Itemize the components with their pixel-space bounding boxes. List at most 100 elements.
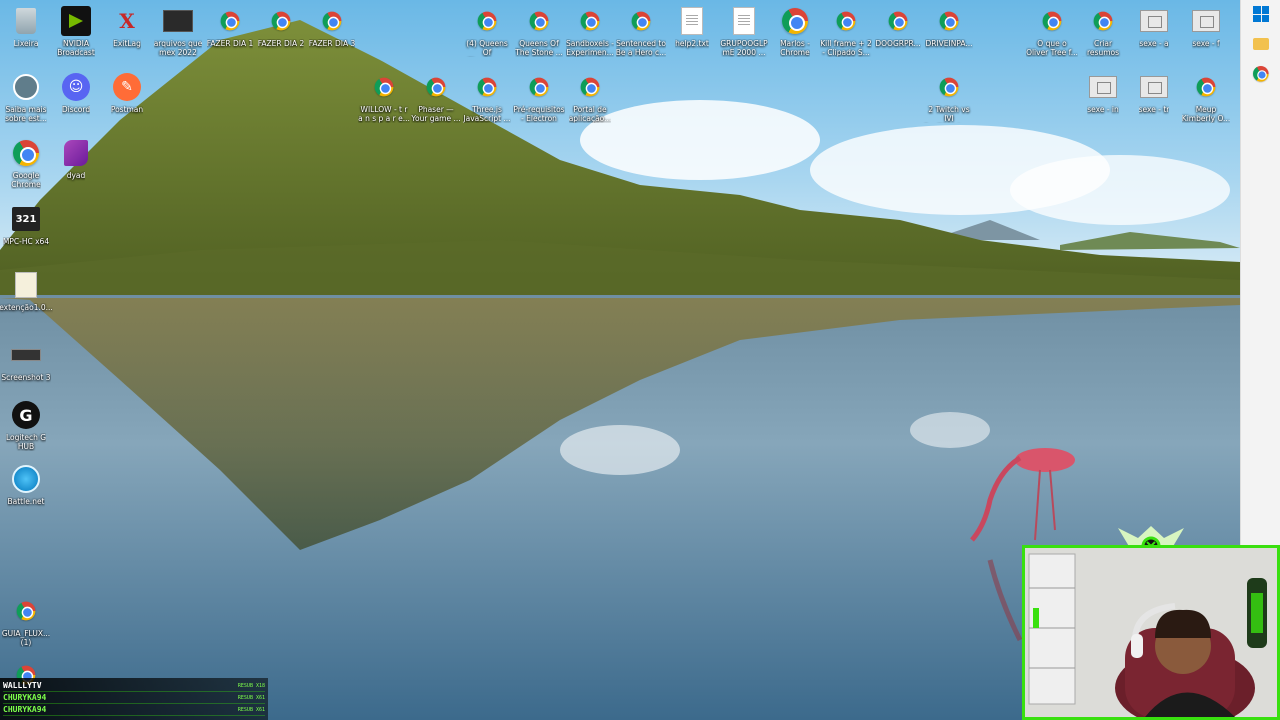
oque-oliver-shortcut[interactable]: O que o Oliver Tree f... — [1026, 6, 1078, 57]
logitech-ghub-shortcut[interactable]: G Logitech G HUB — [0, 400, 52, 451]
chrome-file-icon — [1196, 77, 1216, 97]
icon-label: Sandboxels - Experimen... — [566, 39, 614, 57]
fazer-dia-1-shortcut[interactable]: FAZER DIA 1 — [204, 6, 256, 57]
shortcut-file-icon — [1140, 76, 1168, 98]
shortcut-file-icon — [1089, 76, 1117, 98]
postman-shortcut[interactable]: ✎ Postman — [101, 72, 153, 123]
mpc-hc-shortcut[interactable]: 321 MPC-HC x64 — [0, 204, 52, 255]
fazer-dia-2-shortcut[interactable]: FAZER DIA 2 — [255, 6, 307, 57]
google-chrome-shortcut[interactable]: Google Chrome — [0, 138, 52, 189]
shortcut-file-icon — [1192, 10, 1220, 32]
sentenced-shortcut[interactable]: Sentenced to Be a Hero c... — [615, 6, 667, 57]
icon-label: Marlos - Chrome — [780, 39, 810, 57]
twitch-clip-shortcut[interactable]: 2 Twitch vs IVI 2 - Clipado ... — [923, 72, 975, 123]
windows-spotlight-icon — [13, 74, 39, 100]
criar-resumos-shortcut[interactable]: Criar resumos de estudo ... — [1077, 6, 1129, 57]
nvidia-broadcast-shortcut[interactable]: NVIDIA Broadcast — [50, 6, 102, 57]
icon-label: Screenshot 3 — [1, 373, 51, 382]
icon-label: sexe - f — [1192, 39, 1220, 48]
chrome-profile-icon — [782, 8, 808, 34]
willow-shortcut[interactable]: WILLOW - t r a n s p a r e... — [358, 72, 410, 123]
webcam-feed — [1025, 548, 1277, 717]
sexe-tr-shortcut[interactable]: sexe - tr — [1128, 72, 1180, 123]
grupo-doc-shortcut[interactable]: GRUPOOGLP mE 2000 ... — [718, 6, 770, 57]
recycle-bin-shortcut[interactable]: Lixeira — [0, 6, 52, 57]
icon-label: FAZER DIA 3 — [308, 39, 356, 48]
chrome-file-icon — [374, 77, 394, 97]
mpc-clapper-icon: 321 — [12, 207, 40, 231]
chrome-file-icon — [529, 77, 549, 97]
queens-2-shortcut[interactable]: Queens Of The Stone ... — [513, 6, 565, 57]
chrome-file-icon — [888, 11, 908, 31]
doograpr-shortcut[interactable]: DOOGRPR... — [872, 6, 924, 57]
prereq-electron-shortcut[interactable]: Pré-requisitos - Electron — [513, 72, 565, 123]
chrome-file-icon — [477, 11, 497, 31]
phaser-shortcut[interactable]: Phaser — Your game ... — [410, 72, 462, 123]
icon-label: sexe - in — [1087, 105, 1119, 114]
sexe-a-shortcut[interactable]: sexe - a — [1128, 6, 1180, 57]
icon-label: extenção1.0... — [0, 303, 53, 312]
chrome-icon — [13, 140, 39, 166]
portal-aplicacao-shortcut[interactable]: Portal de aplicação... — [564, 72, 616, 123]
icon-label: Three.js JavaScript ... — [463, 105, 511, 123]
chrome-file-icon — [580, 11, 600, 31]
chrome-file-icon — [322, 11, 342, 31]
icon-label: Discord — [61, 105, 91, 114]
chrome-file-icon — [477, 77, 497, 97]
icon-label: Battle.net — [7, 497, 45, 506]
chrome-file-icon — [939, 77, 959, 97]
icon-label: ExitLag — [113, 39, 141, 48]
recycle-bin-icon — [16, 8, 36, 34]
arquivos-folder-shortcut[interactable]: arquivos que mex 2022 — [152, 6, 204, 57]
icon-label: Meup Kimberly O... — [1181, 105, 1231, 123]
windows-start-icon[interactable] — [1253, 6, 1269, 22]
chrome-file-icon — [16, 601, 36, 621]
image-thumbnail-icon — [11, 349, 41, 361]
fazer-dia-3-shortcut[interactable]: FAZER DIA 3 — [306, 6, 358, 57]
chat-username: CHURYKA94 — [3, 705, 47, 714]
sexe-f-shortcut[interactable]: sexe - f — [1180, 6, 1232, 57]
dyad-shortcut[interactable]: dyad — [50, 138, 102, 189]
kill-frame-shortcut[interactable]: Kill frame + 2 - Clipado S... — [820, 6, 872, 57]
icon-label: Google Chrome — [11, 171, 41, 189]
extensao-file-shortcut[interactable]: extenção1.0... — [0, 270, 53, 321]
logitech-g-icon: G — [12, 401, 40, 429]
discord-shortcut[interactable]: ☺ Discord — [50, 72, 102, 123]
sandboxels-shortcut[interactable]: Sandboxels - Experimen... — [564, 6, 616, 57]
dyad-icon — [64, 140, 88, 166]
chat-row: CHURYKA94 RESUB X61 — [3, 704, 265, 716]
postman-icon: ✎ — [113, 73, 141, 101]
nvidia-icon — [61, 6, 91, 36]
icon-label: O que o Oliver Tree f... — [1026, 39, 1078, 57]
icon-label: MPC-HC x64 — [2, 237, 50, 246]
meup-kimberly-shortcut[interactable]: Meup Kimberly O... — [1180, 72, 1232, 123]
marlos-chrome-shortcut[interactable]: Marlos - Chrome — [769, 6, 821, 57]
saiba-mais-shortcut[interactable]: Saiba mais sobre est... — [0, 72, 52, 123]
discord-icon: ☺ — [62, 73, 90, 101]
icon-label: WILLOW - t r a n s p a r e... — [358, 105, 410, 123]
icon-label: FAZER DIA 2 — [257, 39, 305, 48]
icon-label: arquivos que mex 2022 — [153, 39, 203, 57]
icon-label: Kill frame + 2 - Clipado S... — [820, 39, 872, 57]
driveinpa-shortcut[interactable]: DRIVEINPA... — [923, 6, 975, 57]
file-explorer-icon[interactable] — [1253, 38, 1269, 50]
threejs-shortcut[interactable]: Three.js JavaScript ... — [461, 72, 513, 123]
screenshot-file-shortcut[interactable]: Screenshot 3 — [0, 340, 52, 391]
chrome-taskbar-icon[interactable] — [1253, 66, 1269, 82]
icon-label: FAZER DIA 1 — [206, 39, 254, 48]
queens-1-shortcut[interactable]: (4) Queens Of The Stone A... — [461, 6, 513, 57]
help-txt-shortcut[interactable]: help2.txt — [666, 6, 718, 57]
battlenet-icon — [12, 465, 40, 493]
battlenet-shortcut[interactable]: Battle.net — [0, 464, 52, 515]
exitlag-shortcut[interactable]: X ExitLag — [101, 6, 153, 57]
guia-flux-shortcut[interactable]: GUIA_FLUX... (1) — [0, 596, 52, 647]
chat-row: WALLLYTV RESUB X18 — [3, 680, 265, 692]
folder-thumbnail-icon — [163, 10, 193, 32]
chrome-file-icon — [1042, 11, 1062, 31]
icon-label: DRIVEINPA... — [925, 39, 973, 48]
chat-username: CHURYKA94 — [3, 693, 47, 702]
chat-resub-tag: RESUB X61 — [237, 706, 265, 713]
shortcut-file-icon — [1140, 10, 1168, 32]
chrome-file-icon — [220, 11, 240, 31]
sexe-in-shortcut[interactable]: sexe - in — [1077, 72, 1129, 123]
